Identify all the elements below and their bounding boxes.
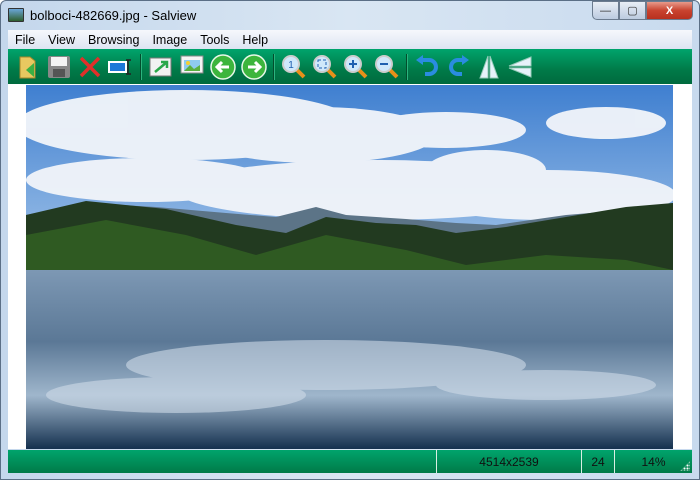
menu-help[interactable]: Help [242,33,275,47]
svg-text:1: 1 [288,60,294,71]
status-bar: 4514x2539 24 14% [8,450,692,473]
app-icon [8,8,24,22]
menu-file[interactable]: File [15,33,42,47]
previous-button[interactable] [207,52,238,82]
zoom-actual-button[interactable]: 1 [278,52,309,82]
zoom-out-button[interactable] [371,52,402,82]
rotate-left-button[interactable] [411,52,442,82]
flip-vertical-button[interactable] [504,52,535,82]
fullscreen-button[interactable] [145,52,176,82]
rotate-right-icon [448,54,469,76]
toolbar-separator [140,53,141,80]
delete-button[interactable] [74,52,105,82]
slideshow-icon [107,58,131,75]
wallpaper-button[interactable] [176,52,207,82]
window-controls: — ▢ X [592,1,693,20]
rotate-right-button[interactable] [442,52,473,82]
toolbar: 1 [8,49,692,84]
status-bit-depth: 24 [581,450,614,473]
zoom-actual-icon: 1 [281,54,305,78]
menu-tools[interactable]: Tools [200,33,236,47]
fullscreen-icon [149,57,171,76]
save-icon [47,55,70,78]
status-dimensions: 4514x2539 [436,450,581,473]
flip-vertical-icon [508,55,531,78]
toolbar-separator [406,53,407,80]
zoom-out-icon [374,54,398,78]
wallpaper-icon [180,55,203,73]
slideshow-button[interactable] [105,52,136,82]
arrow-right-icon [240,53,267,80]
save-button[interactable] [43,52,74,82]
menu-bar: File View Browsing Image Tools Help [8,30,692,49]
photo-lake-landscape [26,85,673,449]
zoom-in-icon [343,54,367,78]
minimize-button[interactable]: — [592,1,619,20]
status-zoom: 14% [614,450,692,473]
delete-icon [79,56,100,77]
image-canvas[interactable] [8,84,692,449]
menu-view[interactable]: View [48,33,82,47]
flip-horizontal-button[interactable] [473,52,504,82]
title-bar: bolboci-482669.jpg - Salview [8,4,196,26]
zoom-fit-button[interactable] [309,52,340,82]
close-button[interactable]: X [646,1,693,20]
next-button[interactable] [238,52,269,82]
arrow-left-icon [209,53,236,80]
status-info [8,450,436,473]
toolbar-separator [273,53,274,80]
window-title: bolboci-482669.jpg - Salview [30,7,197,23]
menu-browsing[interactable]: Browsing [88,33,146,47]
menu-image[interactable]: Image [152,33,194,47]
zoom-in-button[interactable] [340,52,371,82]
rotate-left-icon [415,54,438,76]
maximize-button[interactable]: ▢ [619,1,646,20]
open-folder-icon [19,56,35,78]
open-button[interactable] [12,52,43,82]
flip-horizontal-icon [478,55,499,78]
zoom-fit-icon [312,54,336,78]
